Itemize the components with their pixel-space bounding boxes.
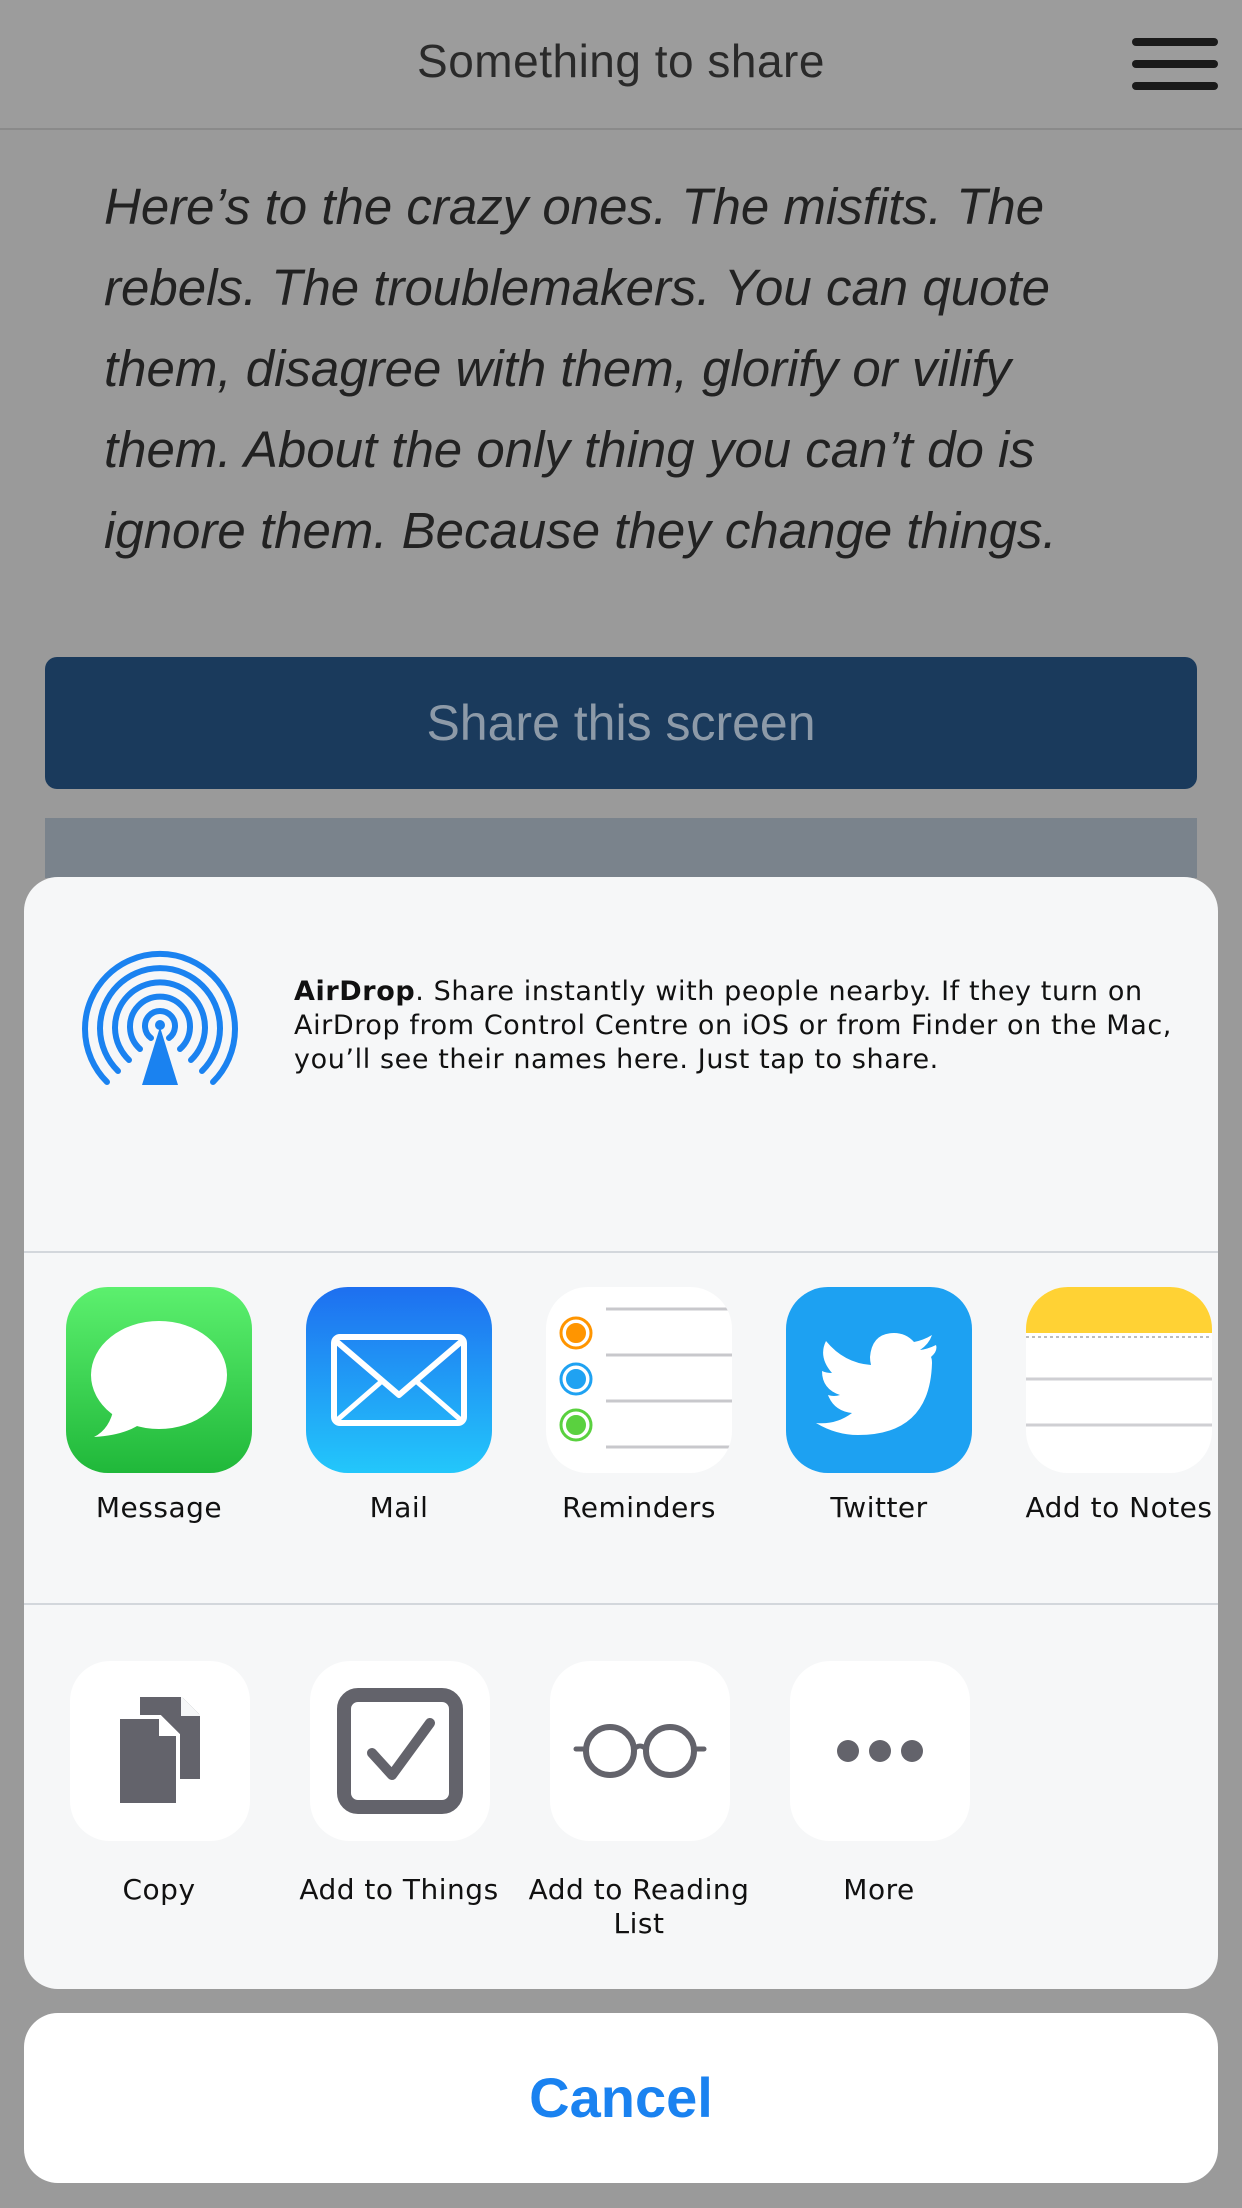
app-screen: Something to share Here’s to the crazy o… [0, 0, 1242, 2208]
app-label: Mail [369, 1491, 429, 1524]
action-label: Add to Things [299, 1873, 499, 1906]
quote-text: Here’s to the crazy ones. The misfits. T… [104, 178, 1057, 559]
app-label: Reminders [562, 1491, 716, 1524]
share-sheet: AirDrop. Share instantly with people nea… [24, 877, 1218, 1989]
hamburger-menu-icon[interactable] [1132, 36, 1218, 92]
airdrop-icon [82, 951, 238, 1085]
message-icon [66, 1287, 252, 1473]
share-actions-row: Copy Add to Things Add to Reading List M… [24, 1605, 1218, 1989]
page-title: Something to share [417, 35, 825, 87]
airdrop-body: . Share instantly with people nearby. If… [294, 976, 1172, 1075]
notes-icon [1026, 1287, 1212, 1473]
airdrop-section[interactable]: AirDrop. Share instantly with people nea… [24, 877, 1218, 1251]
action-label: Add to Reading List [528, 1873, 750, 1940]
reminders-icon [546, 1287, 732, 1473]
background-content-strip [45, 818, 1197, 878]
share-apps-row: Message Mail Reminders Twitter Add to No… [24, 1253, 1218, 1603]
copy-icon [70, 1661, 250, 1841]
navigation-bar: Something to share [0, 0, 1242, 130]
checkbox-icon [310, 1661, 490, 1841]
mail-icon [306, 1287, 492, 1473]
cancel-button[interactable]: Cancel [24, 2013, 1218, 2183]
twitter-icon [786, 1287, 972, 1473]
action-label: More [843, 1873, 915, 1906]
glasses-icon [550, 1661, 730, 1841]
airdrop-title: AirDrop [294, 976, 416, 1007]
app-label: Twitter [830, 1491, 928, 1524]
app-label: Message [95, 1491, 223, 1524]
action-label: Copy [122, 1873, 196, 1906]
share-this-screen-button[interactable]: Share this screen [45, 657, 1197, 789]
app-label: Add to Notes [1025, 1491, 1213, 1524]
more-icon [790, 1661, 970, 1841]
airdrop-description: AirDrop. Share instantly with people nea… [294, 975, 1194, 1077]
